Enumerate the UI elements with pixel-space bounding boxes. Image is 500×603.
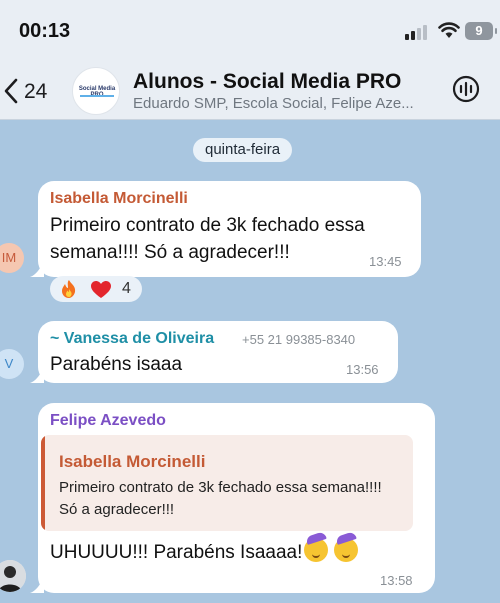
bubble-tail: [30, 261, 44, 277]
message-bubble[interactable]: Isabella Morcinelli Primeiro contrato de…: [30, 181, 421, 277]
battery-icon: 9: [465, 22, 497, 40]
red-heart-emoji-icon[interactable]: [90, 280, 112, 299]
partying-face-emoji-icon: [304, 538, 329, 562]
sender-avatar-photo[interactable]: [0, 560, 26, 592]
wifi-icon: [438, 22, 460, 38]
chat-members-subtitle[interactable]: Eduardo SMP, Escola Social, Felipe Aze..…: [133, 95, 443, 112]
message-text-row: UHUUUU!!! Parabéns Isaaaa!: [50, 538, 359, 566]
reactions-bar[interactable]: 4: [50, 276, 142, 302]
partying-face-emoji-icon: [334, 538, 359, 562]
quote-sender-name: Isabella Morcinelli: [59, 452, 206, 471]
sender-avatar[interactable]: V: [0, 349, 24, 379]
back-chevron-icon[interactable]: [2, 78, 20, 104]
date-separator: quinta-feira: [193, 138, 293, 162]
reply-quote[interactable]: Isabella Morcinelli Primeiro contrato de…: [41, 435, 413, 531]
quote-text: Primeiro contrato de 3k fechado essa sem…: [59, 477, 411, 521]
message-time: 13:56: [346, 362, 379, 377]
bubble-tail: [30, 367, 44, 383]
status-time: 00:13: [19, 20, 71, 42]
chat-header: 00:13 9 24 Social Media PRO Alunos - Soc…: [0, 0, 500, 120]
group-avatar[interactable]: Social Media PRO: [72, 67, 120, 115]
message-bubble[interactable]: ~ Vanessa de Oliveira +55 21 99385-8340 …: [30, 321, 398, 383]
sender-name[interactable]: Felipe Azevedo: [50, 412, 166, 430]
chat-title[interactable]: Alunos - Social Media PRO: [133, 70, 401, 94]
cellular-signal-icon: [405, 24, 431, 40]
message-text: Parabéns isaaa: [50, 354, 183, 375]
back-unread-count[interactable]: 24: [24, 80, 47, 104]
voice-chat-icon[interactable]: [452, 75, 480, 103]
message-text-line: semana!!!! Só a agradecer!!!: [50, 242, 290, 263]
message-time: 13:58: [380, 573, 413, 588]
sender-name[interactable]: ~ Vanessa de Oliveira: [50, 330, 214, 348]
quote-text-line: Só a agradecer!!!: [59, 501, 175, 518]
sender-avatar[interactable]: IM: [0, 243, 24, 273]
fire-emoji-icon[interactable]: [60, 279, 78, 299]
reaction-count: 4: [122, 280, 131, 297]
quote-text-line: Primeiro contrato de 3k fechado essa sem…: [59, 479, 382, 496]
logo-accent: [80, 95, 114, 97]
sender-phone: +55 21 99385-8340: [242, 332, 356, 347]
person-photo-icon: [0, 560, 26, 592]
quote-accent-bar: [41, 435, 45, 531]
message-time: 13:45: [369, 254, 402, 269]
message-text: UHUUUU!!! Parabéns Isaaaa!: [50, 542, 303, 563]
bubble-tail: [30, 577, 44, 593]
sender-name[interactable]: Isabella Morcinelli: [50, 190, 188, 208]
message-text-line: Primeiro contrato de 3k fechado essa: [50, 215, 365, 236]
